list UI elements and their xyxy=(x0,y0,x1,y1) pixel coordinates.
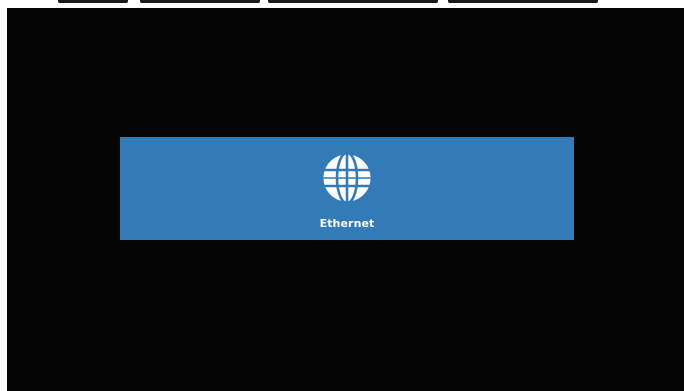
ethernet-option-tile[interactable]: Ethernet xyxy=(120,137,574,240)
cropped-header-text xyxy=(448,0,598,3)
cropped-header-strip xyxy=(0,0,684,8)
page: Ethernet xyxy=(0,0,684,391)
ethernet-label: Ethernet xyxy=(319,217,375,230)
network-selection-screen: Ethernet xyxy=(7,8,684,391)
cropped-header-text xyxy=(268,0,438,3)
cropped-header-text xyxy=(140,0,260,3)
cropped-header-text xyxy=(58,0,128,3)
globe-icon xyxy=(320,151,374,205)
